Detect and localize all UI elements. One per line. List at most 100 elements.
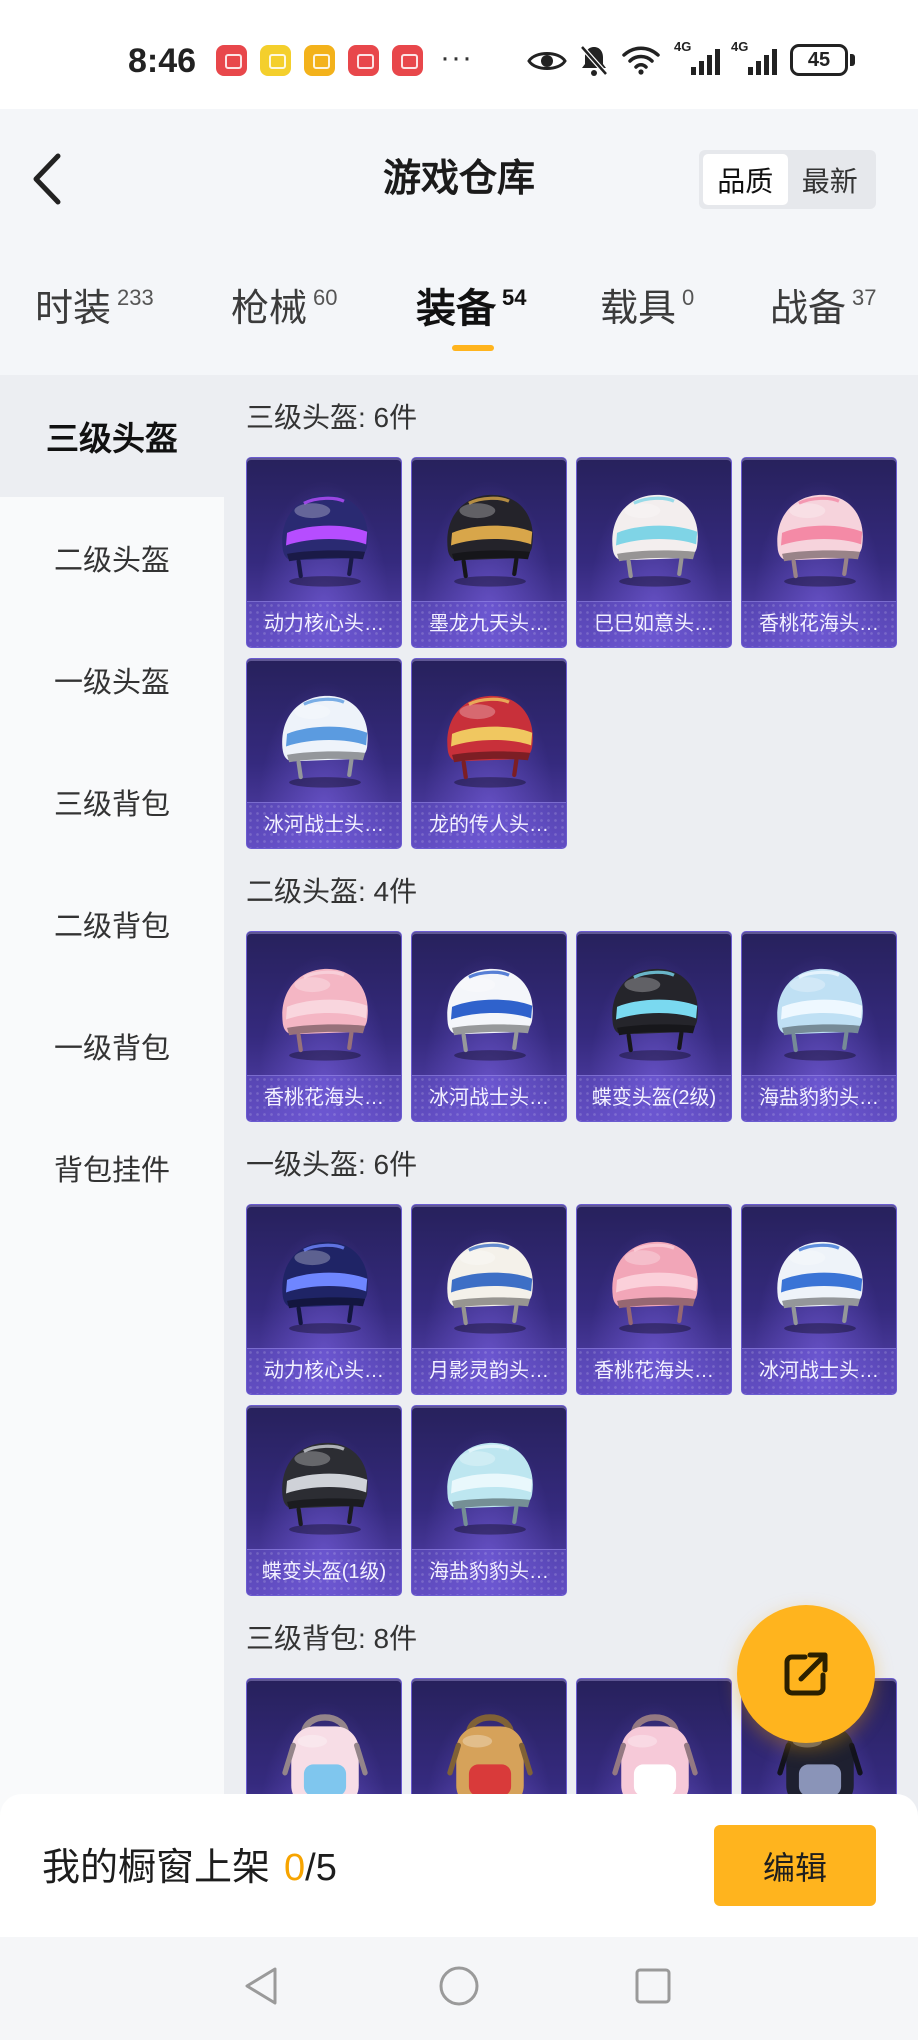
tab-label: 枪械 <box>231 288 308 330</box>
category-tabs: 时装 233 枪械 60 装备 54 载具 0 战备 37 <box>0 247 918 375</box>
item-card[interactable]: 动力核心头… <box>246 1204 402 1395</box>
share-button[interactable] <box>737 1605 875 1743</box>
category-sidebar: 三级头盔 二级头盔 一级头盔 三级背包 二级背包 一级背包 背包挂件 <box>0 375 224 1825</box>
showcase-count: 0 <box>284 1847 306 1889</box>
item-section: 一级头盔: 6件 动力核心头… 月影灵韵头… 香桃花海头… 冰河战士头… 蝶变头… <box>246 1122 918 1596</box>
sidebar-item-label: 一级头盔 <box>53 667 170 699</box>
tab-label: 装备 <box>416 287 496 331</box>
helmet-icon <box>577 474 731 598</box>
item-card[interactable]: 巳巳如意头… <box>576 457 732 648</box>
showcase-bar: 我的橱窗上架 0/5 编辑 <box>0 1794 918 1937</box>
item-card[interactable]: 冰河战士头… <box>411 931 567 1122</box>
item-card[interactable]: 香桃花海头… <box>576 1204 732 1395</box>
item-card[interactable]: 香桃花海头… <box>741 457 897 648</box>
home-circle-icon[interactable] <box>437 1964 481 2008</box>
helmet-icon <box>412 1221 566 1345</box>
sidebar-item-label: 二级背包 <box>53 911 170 943</box>
item-grid: 动力核心头… 月影灵韵头… 香桃花海头… 冰河战士头… 蝶变头盔(1级) 海盐豹… <box>246 1204 897 1596</box>
helmet-icon <box>247 948 401 1072</box>
item-card[interactable]: 冰河战士头… <box>246 658 402 849</box>
sort-by-newest-button[interactable]: 最新 <box>788 154 873 205</box>
sidebar-item-level1-helmet[interactable]: 一级头盔 <box>0 619 224 741</box>
item-card[interactable]: 蝶变头盔(2级) <box>576 931 732 1122</box>
showcase-limit: /5 <box>305 1847 337 1889</box>
share-external-icon <box>784 1652 828 1696</box>
tab-fashion[interactable]: 时装 233 <box>35 285 154 333</box>
sidebar-item-level2-helmet[interactable]: 二级头盔 <box>0 497 224 619</box>
battery-nub <box>850 54 855 66</box>
recents-square-icon[interactable] <box>633 1966 673 2006</box>
sidebar-item-label: 二级头盔 <box>53 545 170 577</box>
system-nav-bar <box>0 1937 918 2040</box>
item-card[interactable]: 海盐豹豹头… <box>411 1405 567 1596</box>
item-name: 蝶变头盔(2级) <box>577 1075 731 1121</box>
tab-equipment[interactable]: 装备 54 <box>416 285 526 333</box>
battery-icon: 45 <box>790 44 848 76</box>
helmet-icon <box>247 1422 401 1546</box>
helmet-icon <box>412 1422 566 1546</box>
sort-toggle: 品质 最新 <box>699 150 876 209</box>
edit-button[interactable]: 编辑 <box>714 1825 876 1906</box>
tab-vehicles[interactable]: 载具 0 <box>600 285 694 333</box>
sidebar-item-level2-backpack[interactable]: 二级背包 <box>0 863 224 985</box>
wifi-icon <box>622 46 660 75</box>
more-notifications-indicator: ··· <box>440 41 473 74</box>
tab-count: 233 <box>117 285 154 310</box>
sidebar-item-level3-backpack[interactable]: 三级背包 <box>0 741 224 863</box>
tab-count: 60 <box>313 285 338 310</box>
mute-bell-icon <box>580 45 608 76</box>
item-grid: 动力核心头… 墨龙九天头… 巳巳如意头… 香桃花海头… 冰河战士头… 龙的传人头… <box>246 457 897 849</box>
network-type-label: 4G <box>731 39 749 54</box>
item-grid: 香桃花海头… 冰河战士头… 蝶变头盔(2级) 海盐豹豹头… <box>246 931 897 1122</box>
signal-bars-icon <box>691 49 720 75</box>
item-name: 龙的传人头… <box>412 802 566 848</box>
item-name: 动力核心头… <box>247 1348 401 1394</box>
sidebar-item-level3-helmet[interactable]: 三级头盔 <box>0 375 224 497</box>
app-icon <box>260 45 291 76</box>
status-bar: 8:46 ··· 4G 4G 45 <box>0 0 918 109</box>
item-card[interactable]: 墨龙九天头… <box>411 457 567 648</box>
item-card[interactable]: 冰河战士头… <box>741 1204 897 1395</box>
clock: 8:46 <box>128 42 197 80</box>
sort-by-quality-button[interactable]: 品质 <box>703 154 788 205</box>
item-name: 冰河战士头… <box>412 1075 566 1121</box>
tab-supplies[interactable]: 战备 37 <box>770 285 877 333</box>
item-card[interactable]: 香桃花海头… <box>246 931 402 1122</box>
back-triangle-icon[interactable] <box>241 1964 281 2008</box>
item-name: 蝶变头盔(1级) <box>247 1549 401 1595</box>
signal-bars-icon <box>748 49 777 75</box>
item-section: 三级头盔: 6件 动力核心头… 墨龙九天头… 巳巳如意头… 香桃花海头… 冰河战… <box>246 375 918 849</box>
section-title: 三级头盔: 6件 <box>246 402 418 433</box>
sidebar-item-label: 背包挂件 <box>53 1155 170 1187</box>
item-section: 二级头盔: 4件 香桃花海头… 冰河战士头… 蝶变头盔(2级) 海盐豹豹头… <box>246 849 918 1122</box>
tab-count: 0 <box>682 285 695 310</box>
item-card[interactable]: 月影灵韵头… <box>411 1204 567 1395</box>
item-card[interactable]: 蝶变头盔(1级) <box>246 1405 402 1596</box>
tab-firearms[interactable]: 枪械 60 <box>231 285 338 333</box>
sidebar-item-level1-backpack[interactable]: 一级背包 <box>0 985 224 1107</box>
tab-label: 战备 <box>770 288 847 330</box>
item-name: 冰河战士头… <box>247 802 401 848</box>
sidebar-item-backpack-charm[interactable]: 背包挂件 <box>0 1107 224 1229</box>
tab-label: 载具 <box>600 288 677 330</box>
huawei-app-icon <box>216 45 247 76</box>
item-name: 动力核心头… <box>247 601 401 647</box>
app-icon <box>304 45 335 76</box>
helmet-icon <box>742 474 896 598</box>
huawei-app-icon <box>348 45 379 76</box>
cellular-signal-icon: 4G <box>674 40 720 76</box>
item-card[interactable]: 动力核心头… <box>246 457 402 648</box>
page-header: 游戏仓库 品质 最新 <box>0 109 918 247</box>
section-title: 一级头盔: 6件 <box>246 1149 418 1180</box>
item-card[interactable]: 海盐豹豹头… <box>741 931 897 1122</box>
item-card[interactable]: 龙的传人头… <box>411 658 567 849</box>
section-title: 二级头盔: 4件 <box>246 876 418 907</box>
tab-count: 37 <box>852 285 877 310</box>
tab-label: 时装 <box>35 288 112 330</box>
battery-level: 45 <box>807 49 831 71</box>
helmet-icon <box>412 675 566 799</box>
sidebar-item-label: 一级背包 <box>53 1033 170 1065</box>
helmet-icon <box>412 474 566 598</box>
item-name: 月影灵韵头… <box>412 1348 566 1394</box>
item-name: 香桃花海头… <box>577 1348 731 1394</box>
